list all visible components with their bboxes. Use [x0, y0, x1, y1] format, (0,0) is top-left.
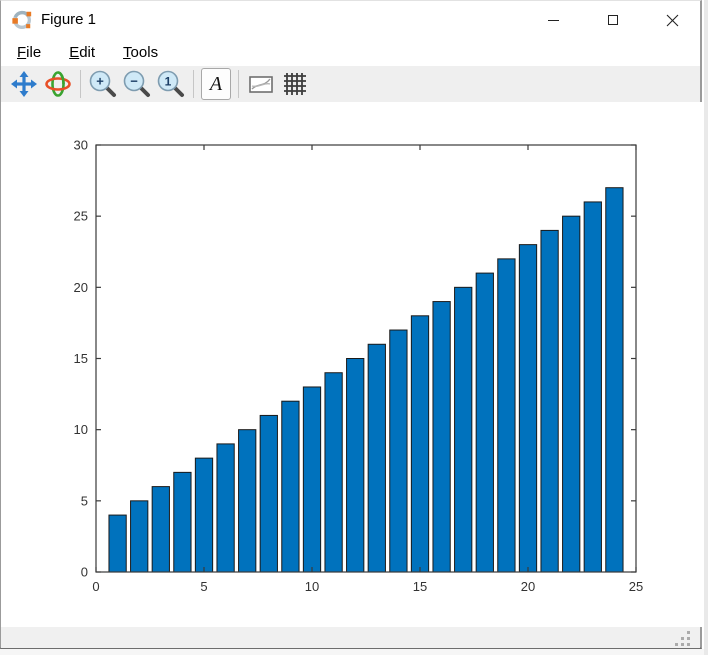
close-icon: [666, 14, 679, 27]
bar: [109, 515, 126, 572]
title-bar[interactable]: Figure 1: [1, 1, 700, 39]
minimize-button[interactable]: [530, 1, 576, 39]
bar: [411, 316, 428, 572]
resize-grip-icon[interactable]: [673, 631, 690, 646]
bar: [606, 188, 623, 572]
bar: [519, 245, 536, 572]
plot-canvas[interactable]: 0 5 10 15 20 25 0 5 10 15 20 25 30: [1, 102, 703, 627]
svg-text:1: 1: [165, 75, 172, 89]
toolbar-separator: [80, 70, 81, 98]
bar: [325, 373, 342, 572]
bar: [368, 344, 385, 572]
bar: [217, 444, 234, 572]
bar: [152, 487, 169, 572]
toolbar-separator: [193, 70, 194, 98]
svg-text:25: 25: [629, 579, 643, 594]
bar: [584, 202, 601, 572]
window-title: Figure 1: [41, 11, 96, 28]
svg-text:20: 20: [521, 579, 535, 594]
menu-edit[interactable]: Edit: [67, 42, 97, 63]
svg-text:5: 5: [81, 493, 88, 508]
bar: [131, 501, 148, 572]
svg-text:+: +: [96, 74, 104, 89]
svg-text:15: 15: [413, 579, 427, 594]
background-window-sliver-bottom: [0, 649, 704, 655]
menu-file[interactable]: File: [15, 42, 43, 63]
zoom-out-icon: −: [122, 69, 152, 99]
toolbar: + − 1 A: [1, 66, 700, 102]
bar: [476, 273, 493, 572]
minimize-icon: [548, 20, 559, 21]
bar: [347, 359, 364, 573]
bar: [303, 387, 320, 572]
menu-bar: File Edit Tools: [1, 39, 700, 66]
axes-icon: [247, 70, 275, 98]
zoom-in-button[interactable]: +: [86, 68, 120, 100]
svg-text:−: −: [130, 74, 138, 89]
svg-text:30: 30: [74, 138, 88, 153]
zoom-out-button[interactable]: −: [120, 68, 154, 100]
bar: [455, 287, 472, 572]
svg-text:25: 25: [74, 209, 88, 224]
svg-text:20: 20: [74, 280, 88, 295]
close-button[interactable]: [649, 1, 695, 39]
bar: [260, 415, 277, 572]
axes-button[interactable]: [244, 68, 278, 100]
bar: [541, 230, 558, 572]
svg-text:10: 10: [305, 579, 319, 594]
grid-button[interactable]: [278, 68, 312, 100]
bar: [239, 430, 256, 572]
menu-tools[interactable]: Tools: [121, 42, 160, 63]
rotate-icon: [44, 70, 72, 98]
rotate-button[interactable]: [41, 68, 75, 100]
maximize-button[interactable]: [590, 1, 636, 39]
svg-text:10: 10: [74, 422, 88, 437]
svg-text:15: 15: [74, 351, 88, 366]
insert-text-button[interactable]: A: [199, 68, 233, 100]
octave-logo-icon: [11, 9, 33, 31]
bar: [390, 330, 407, 572]
maximize-icon: [608, 15, 618, 25]
grid-icon: [281, 70, 309, 98]
toolbar-separator: [238, 70, 239, 98]
plot-svg: 0 5 10 15 20 25 0 5 10 15 20 25 30: [1, 102, 703, 627]
zoom-original-button[interactable]: 1: [154, 68, 188, 100]
insert-text-icon: A: [201, 68, 231, 100]
bar: [498, 259, 515, 572]
figure-window: Figure 1 File Edit Tools: [0, 0, 702, 649]
bar: [174, 472, 191, 572]
svg-text:0: 0: [92, 579, 99, 594]
svg-text:5: 5: [200, 579, 207, 594]
svg-text:A: A: [208, 73, 223, 95]
background-window-sliver-right: [704, 0, 708, 655]
svg-text:0: 0: [81, 565, 88, 580]
pan-icon: [10, 70, 38, 98]
bar: [433, 302, 450, 572]
status-bar: [1, 627, 700, 648]
zoom-in-icon: +: [88, 69, 118, 99]
pan-button[interactable]: [7, 68, 41, 100]
bar: [195, 458, 212, 572]
bar: [282, 401, 299, 572]
bar: [563, 216, 580, 572]
zoom-original-icon: 1: [156, 69, 186, 99]
